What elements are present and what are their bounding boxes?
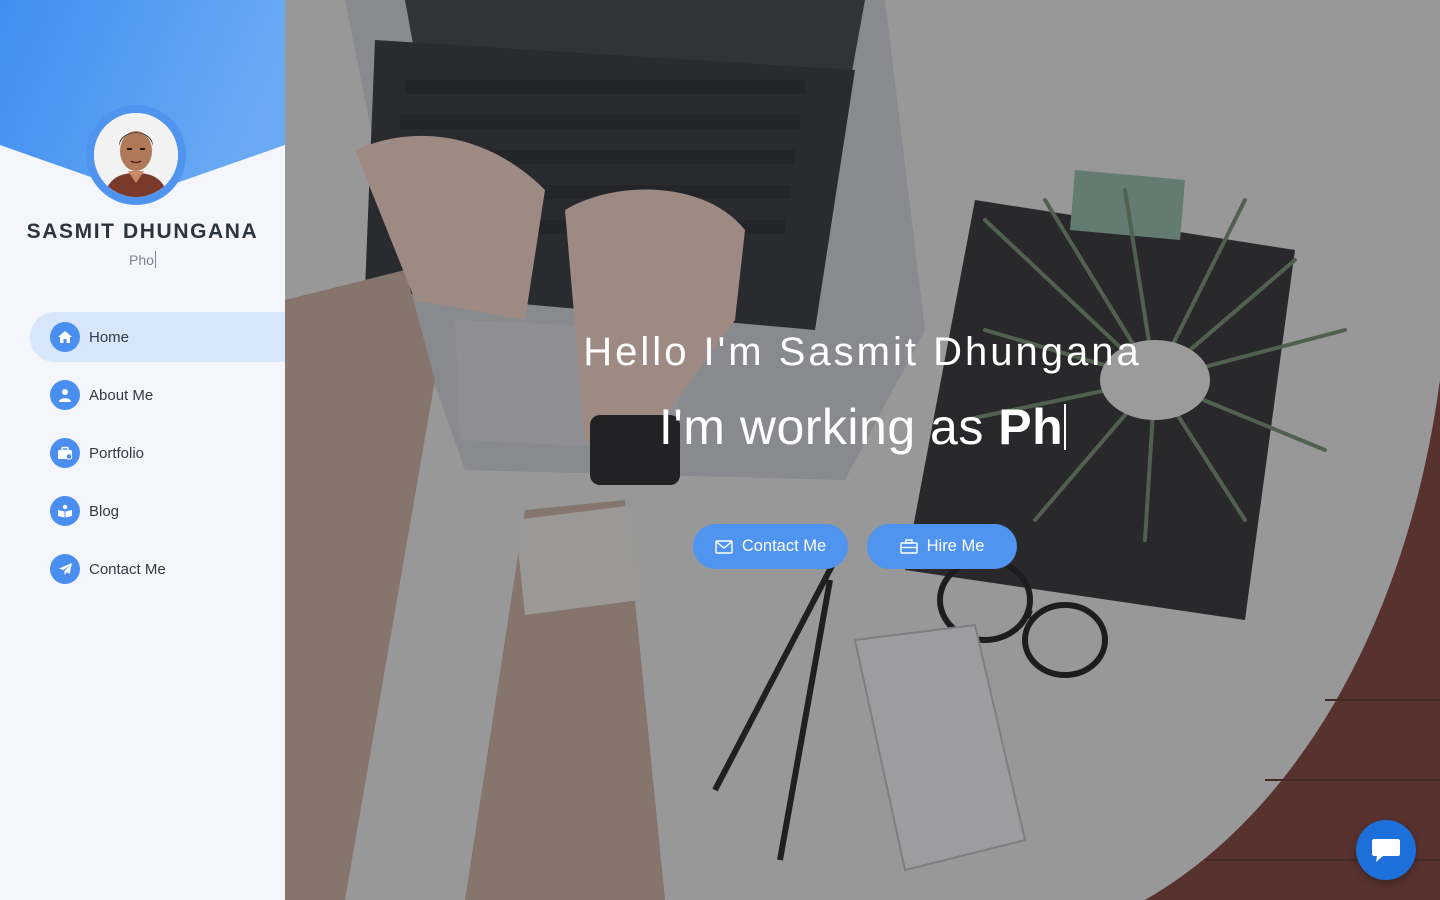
hero-working-typed: Ph — [998, 399, 1064, 455]
hero-working-prefix: I'm working as — [658, 399, 999, 455]
sidebar-item-blog[interactable]: Blog — [30, 486, 285, 536]
sidebar-item-label: Portfolio — [89, 444, 145, 462]
hero-greeting: Hello I'm Sasmit Dhungana — [583, 330, 1142, 374]
typing-cursor — [154, 251, 156, 268]
envelope-icon — [715, 539, 733, 554]
sidebar-nav: Home About Me Portfolio Blog Contact Me — [30, 312, 285, 602]
sidebar: SASMIT DHUNGANA Pho Home About Me Portfo… — [0, 0, 285, 900]
profile-role: Pho — [0, 251, 285, 268]
contact-me-button[interactable]: Contact Me — [693, 524, 848, 569]
sidebar-item-label: Home — [89, 328, 130, 346]
sidebar-item-label: Contact Me — [89, 560, 166, 578]
chat-widget-button[interactable] — [1356, 820, 1416, 880]
sidebar-item-home[interactable]: Home — [30, 312, 285, 362]
hire-me-button[interactable]: Hire Me — [867, 524, 1017, 569]
chat-bubble-icon — [1372, 839, 1400, 862]
sidebar-item-portfolio[interactable]: Portfolio — [30, 428, 285, 478]
hero-section: Hello I'm Sasmit Dhungana I'm working as… — [285, 0, 1440, 900]
avatar-portrait — [94, 113, 178, 197]
sidebar-item-label: About Me — [89, 386, 154, 404]
briefcase-icon — [899, 539, 918, 554]
sidebar-item-contact[interactable]: Contact Me — [30, 544, 285, 594]
paper-plane-icon — [50, 554, 80, 584]
avatar-ring — [86, 105, 186, 205]
typing-cursor — [1064, 404, 1067, 450]
user-icon — [50, 380, 80, 410]
briefcase-icon — [50, 438, 80, 468]
sidebar-item-label: Blog — [89, 502, 120, 520]
avatar — [94, 113, 178, 197]
profile-name: SASMIT DHUNGANA — [26, 220, 259, 243]
home-icon — [50, 322, 80, 352]
book-icon — [50, 496, 80, 526]
contact-me-label: Contact Me — [741, 537, 827, 555]
hero-working-line: I'm working as Ph — [285, 398, 1440, 456]
sidebar-item-about[interactable]: About Me — [30, 370, 285, 420]
profile-role-text: Pho — [129, 252, 154, 268]
hire-me-label: Hire Me — [926, 537, 985, 555]
